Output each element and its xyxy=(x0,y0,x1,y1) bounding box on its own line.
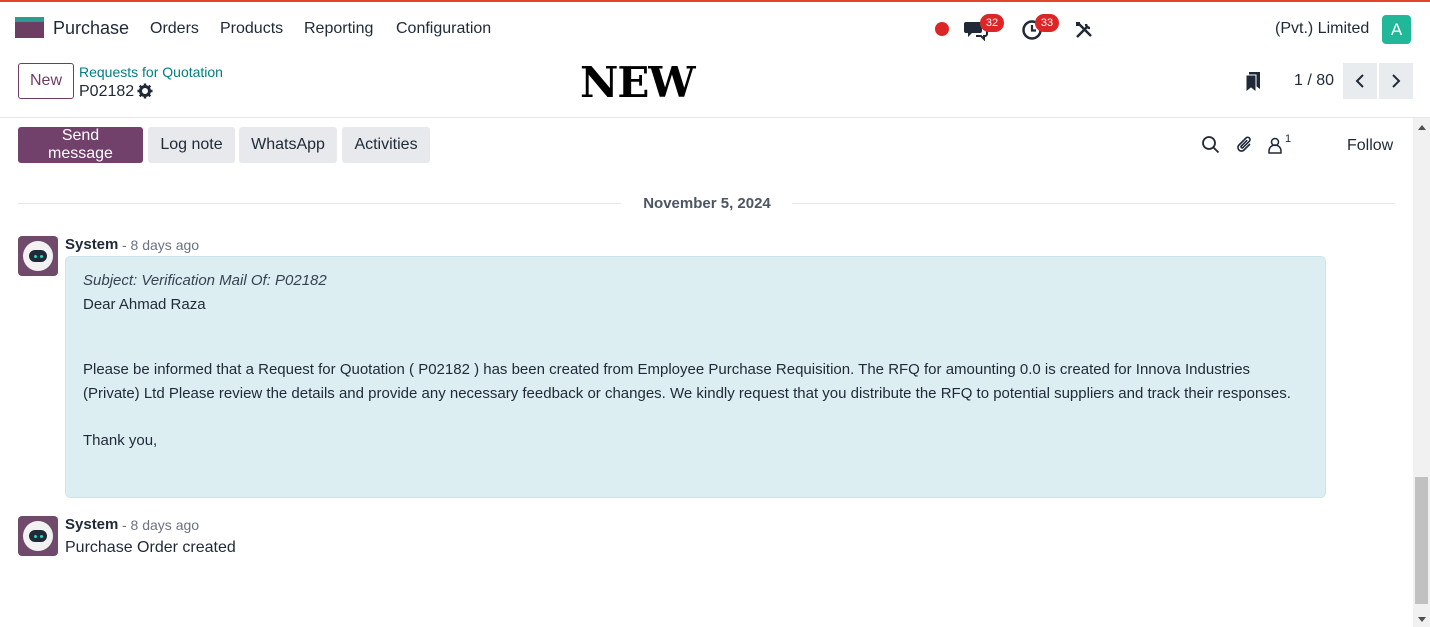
gear-icon[interactable] xyxy=(137,83,153,99)
search-icon[interactable] xyxy=(1201,135,1221,155)
user-avatar[interactable]: A xyxy=(1382,15,1411,44)
avatar[interactable] xyxy=(18,516,58,556)
followers-icon[interactable] xyxy=(1265,135,1285,155)
message-author[interactable]: System xyxy=(65,516,118,533)
bookmark-icon[interactable] xyxy=(1244,71,1262,93)
message-body: Please be informed that a Request for Qu… xyxy=(83,361,1291,402)
company-switcher[interactable]: (Pvt.) Limited xyxy=(1275,20,1369,38)
app-name[interactable]: Purchase xyxy=(53,18,129,39)
followers-count: 1 xyxy=(1285,133,1292,145)
pager-next-button[interactable] xyxy=(1379,63,1413,99)
control-panel: New Requests for Quotation P02182 NEW 1 … xyxy=(0,56,1430,118)
messages-badge: 32 xyxy=(980,14,1004,32)
menu-products[interactable]: Products xyxy=(220,20,283,38)
message-bubble: Subject: Verification Mail Of: P02182 De… xyxy=(65,256,1326,498)
message-time: - 8 days ago xyxy=(122,237,200,253)
purchase-app-icon[interactable] xyxy=(15,17,44,38)
follow-button[interactable]: Follow xyxy=(1347,137,1393,155)
menu-reporting[interactable]: Reporting xyxy=(304,20,373,38)
chevron-right-icon xyxy=(1392,74,1401,88)
new-button[interactable]: New xyxy=(18,63,74,99)
tools-icon[interactable] xyxy=(1070,16,1098,44)
record-title: P02182 xyxy=(79,83,135,100)
message-time: - 8 days ago xyxy=(122,517,200,533)
log-note-button[interactable]: Log note xyxy=(148,127,235,163)
recording-indicator-icon[interactable] xyxy=(935,22,949,36)
pager-value[interactable]: 1 / 80 xyxy=(1294,72,1334,90)
separator-line-left xyxy=(18,203,621,204)
breadcrumb[interactable]: Requests for Quotation xyxy=(79,64,223,80)
separator-line-right xyxy=(792,203,1395,204)
avatar[interactable] xyxy=(18,236,58,276)
top-navbar: Purchase Orders Products Reporting Confi… xyxy=(0,0,1430,56)
scrollbar-thumb[interactable] xyxy=(1415,477,1428,604)
send-message-button[interactable]: Send message xyxy=(18,127,143,163)
whatsapp-button[interactable]: WhatsApp xyxy=(239,127,337,163)
activities-badge: 33 xyxy=(1035,14,1059,32)
date-separator: November 5, 2024 xyxy=(643,195,771,212)
message-body: Purchase Order created xyxy=(65,539,236,556)
menu-orders[interactable]: Orders xyxy=(150,20,199,38)
menu-configuration[interactable]: Configuration xyxy=(396,20,491,38)
message-subject: Subject: Verification Mail Of: P02182 xyxy=(83,272,327,289)
scroll-up-arrow-icon[interactable] xyxy=(1418,125,1426,130)
scroll-down-arrow-icon[interactable] xyxy=(1418,617,1426,622)
status-stamp: NEW xyxy=(580,58,696,107)
pager-previous-button[interactable] xyxy=(1343,63,1377,99)
message-author[interactable]: System xyxy=(65,236,118,253)
message-greeting: Dear Ahmad Raza xyxy=(83,295,206,313)
paperclip-icon[interactable] xyxy=(1235,135,1255,155)
chevron-left-icon xyxy=(1355,74,1364,88)
activities-button[interactable]: Activities xyxy=(342,127,430,163)
message-closing: Thank you, xyxy=(83,431,158,449)
